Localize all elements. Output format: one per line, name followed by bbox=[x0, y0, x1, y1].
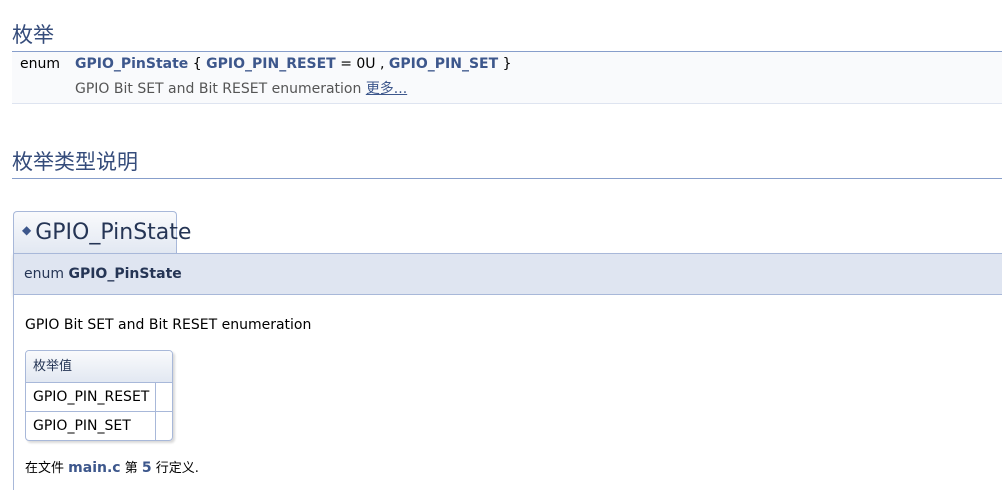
member-prototype: enum GPIO_PinState bbox=[13, 253, 1002, 295]
table-row: GPIO_PIN_SET bbox=[26, 412, 172, 440]
member-documentation: GPIO Bit SET and Bit RESET enumeration 枚… bbox=[13, 295, 1002, 490]
member-title: GPIO_PinState bbox=[35, 220, 192, 245]
enum-value-name: GPIO_PIN_RESET bbox=[26, 383, 156, 411]
more-link[interactable]: 更多... bbox=[366, 81, 407, 97]
enum-summary-row: enum GPIO_PinState { GPIO_PIN_RESET = 0U… bbox=[12, 52, 1002, 104]
member-title-tab: ◆ GPIO_PinState bbox=[13, 211, 191, 253]
proto-name-link[interactable]: GPIO_PinState bbox=[68, 266, 181, 282]
member-description: GPIO Bit SET and Bit RESET enumeration bbox=[25, 317, 312, 333]
table-row: GPIO_PIN_RESET bbox=[26, 383, 172, 412]
enum-brief-text: GPIO Bit SET and Bit RESET enumeration bbox=[75, 81, 362, 97]
enum-values-header: 枚举值 bbox=[26, 351, 172, 383]
definition-middle: 第 bbox=[124, 461, 138, 476]
permalink-diamond-icon[interactable]: ◆ bbox=[22, 223, 31, 237]
enum-brief: GPIO Bit SET and Bit RESET enumeration 更… bbox=[75, 78, 407, 98]
open-brace: { bbox=[192, 56, 202, 72]
proto-keyword: enum bbox=[24, 266, 64, 282]
enum-value-reset-link[interactable]: GPIO_PIN_RESET bbox=[206, 56, 336, 72]
enum-value-doc bbox=[156, 412, 172, 440]
file-link[interactable]: main.c bbox=[68, 460, 120, 476]
enum-value-doc bbox=[156, 383, 172, 411]
line-link[interactable]: 5 bbox=[142, 460, 152, 476]
definition-prefix: 在文件 bbox=[25, 461, 65, 476]
enums-section-title: 枚举 bbox=[12, 19, 1002, 52]
close-brace: } bbox=[502, 56, 512, 72]
enum-value-set-link[interactable]: GPIO_PIN_SET bbox=[389, 56, 498, 72]
enum-declaration: GPIO_PinState { GPIO_PIN_RESET = 0U , GP… bbox=[75, 56, 512, 72]
enum-keyword: enum bbox=[20, 56, 60, 72]
definition-suffix: 行定义. bbox=[155, 461, 199, 476]
enum-values-table: 枚举值 GPIO_PIN_RESET GPIO_PIN_SET bbox=[25, 350, 173, 441]
value-assignment: = 0U , bbox=[340, 56, 385, 72]
enum-name-link[interactable]: GPIO_PinState bbox=[75, 56, 188, 72]
enum-doc-section-title: 枚举类型说明 bbox=[12, 146, 1002, 179]
definition-location: 在文件 main.c 第 5 行定义. bbox=[25, 457, 199, 476]
enum-value-name: GPIO_PIN_SET bbox=[26, 412, 156, 440]
